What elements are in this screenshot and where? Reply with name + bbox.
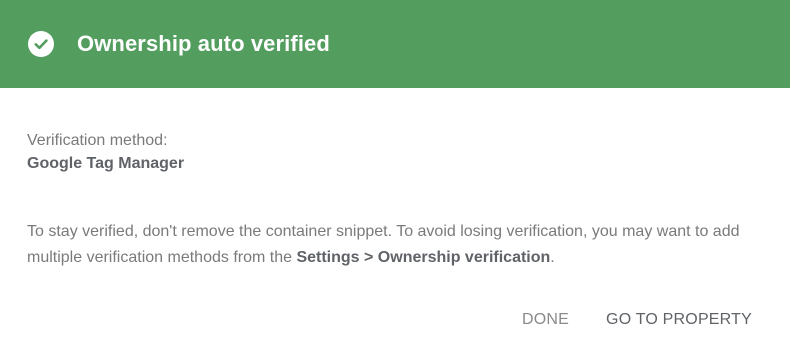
- go-to-property-button[interactable]: GO TO PROPERTY: [606, 311, 752, 329]
- settings-path-text: Settings > Ownership verification: [296, 249, 551, 266]
- verification-method-section: Verification method: Google Tag Manager: [27, 130, 767, 176]
- info-text-end: .: [550, 249, 555, 266]
- dialog-header: Ownership auto verified: [0, 0, 790, 88]
- check-circle-icon: [28, 31, 54, 57]
- dialog-actions: DONE GO TO PROPERTY: [522, 311, 752, 329]
- dialog-title: Ownership auto verified: [77, 31, 330, 56]
- verification-method-label: Verification method:: [27, 132, 168, 149]
- done-button[interactable]: DONE: [522, 311, 569, 329]
- verification-dialog: Ownership auto verified Verification met…: [0, 0, 790, 361]
- verification-info-text: To stay verified, don't remove the conta…: [27, 219, 767, 271]
- verification-method-value: Google Tag Manager: [27, 155, 185, 172]
